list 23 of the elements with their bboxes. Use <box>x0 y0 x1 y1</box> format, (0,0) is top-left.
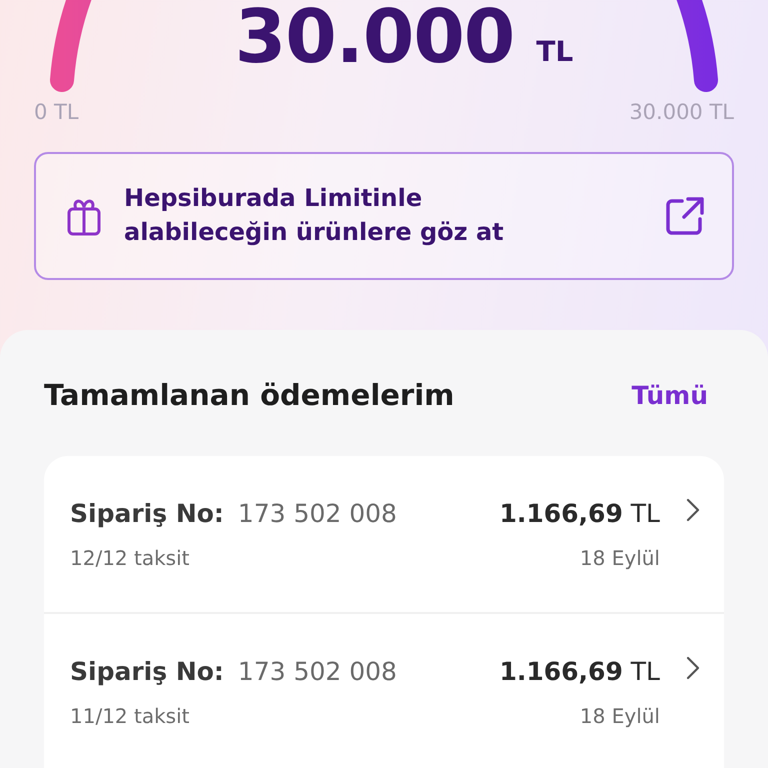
order-number: 173 502 008 <box>238 656 397 686</box>
payment-amount: 1.166,69 TL <box>499 656 660 686</box>
chevron-right-icon <box>686 656 700 680</box>
promo-link[interactable]: Hepsiburada Limitinle alabileceğin ürünlere göz at <box>34 152 734 280</box>
payment-amount: 1.166,69 TL <box>499 498 660 528</box>
installment-text: 11/12 taksit <box>70 704 190 728</box>
external-link-icon <box>664 195 706 237</box>
promo-text: Hepsiburada Limitinle alabileceğin ürünlere göz at <box>124 183 505 248</box>
see-all-link[interactable]: Tümü <box>632 380 708 410</box>
order-number: 173 502 008 <box>238 498 397 528</box>
currency-label: TL <box>536 35 574 68</box>
payment-row[interactable]: Sipariş No: 173 502 008 11/12 taksit 1.166,69 TL 18 Eylül <box>44 614 724 768</box>
section-title: Tamamlanan ödemelerim <box>44 378 454 412</box>
payment-date: 18 Eylül <box>580 546 660 570</box>
payment-row[interactable]: Sipariş No: 173 502 008 12/12 taksit 1.166,69 TL 18 Eylül <box>44 456 724 614</box>
payment-date: 18 Eylül <box>580 704 660 728</box>
installment-text: 12/12 taksit <box>70 546 190 570</box>
chevron-right-icon <box>686 498 700 522</box>
max-label: 30.000 TL <box>629 100 734 124</box>
limit-amount: 30.000 <box>234 0 514 74</box>
order-label: Sipariş No: <box>70 498 224 528</box>
order-label: Sipariş No: <box>70 656 224 686</box>
min-label: 0 TL <box>34 100 79 124</box>
